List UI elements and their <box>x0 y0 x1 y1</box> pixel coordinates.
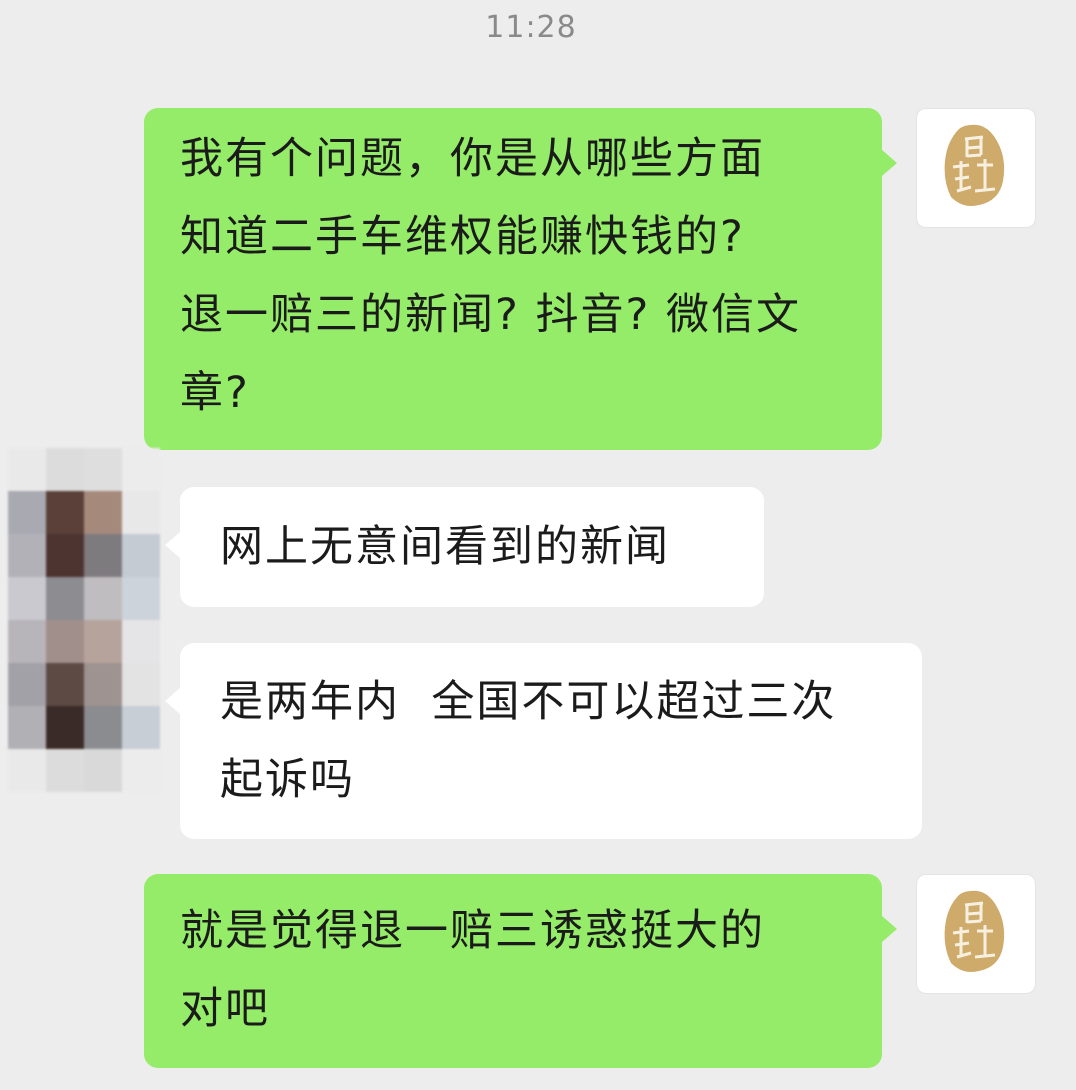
message-bubble-sent[interactable]: 就是觉得退一赔三诱惑挺大的 对吧 <box>144 874 897 1068</box>
avatar-pixel <box>46 620 84 663</box>
bubble-tail <box>165 688 180 714</box>
avatar-pixel <box>122 577 160 620</box>
avatar-pixel <box>8 620 46 663</box>
message-text: 是两年内 全国不可以超过三次 起诉吗 <box>220 677 837 805</box>
avatar-pixel <box>122 663 160 706</box>
avatar-pixel <box>122 491 160 534</box>
avatar-pixel <box>84 663 122 706</box>
message-bubble-sent[interactable]: 我有个问题，你是从哪些方面 知道二手车维权能赚快钱的? 退一赔三的新闻? 抖音?… <box>144 108 897 450</box>
message-timestamp: 11:28 <box>485 10 577 45</box>
avatar-pixel <box>8 491 46 534</box>
avatar-pixel <box>46 491 84 534</box>
contact-avatar[interactable] <box>8 448 160 792</box>
avatar-pixel <box>8 706 46 749</box>
avatar-pixel <box>122 534 160 577</box>
avatar-pixel <box>84 749 122 792</box>
self-avatar[interactable] <box>916 874 1036 994</box>
avatar-pixel <box>84 448 122 491</box>
avatar-pixel <box>8 749 46 792</box>
message-text: 就是觉得退一赔三诱惑挺大的 对吧 <box>180 906 765 1034</box>
avatar-pixel <box>46 749 84 792</box>
avatar-pixel <box>46 534 84 577</box>
bubble-tail <box>882 916 897 942</box>
avatar-pixel <box>122 620 160 663</box>
avatar-pixel <box>122 749 160 792</box>
bubble-tail <box>882 150 897 176</box>
avatar-pixel <box>84 491 122 534</box>
message-bubble-received[interactable]: 是两年内 全国不可以超过三次 起诉吗 <box>165 643 922 839</box>
avatar-pixel <box>122 706 160 749</box>
seal-stamp-icon <box>944 124 1005 206</box>
avatar-pixel <box>84 620 122 663</box>
avatar-pixel <box>84 706 122 749</box>
avatar-pixel <box>8 448 46 491</box>
self-avatar[interactable] <box>916 108 1036 228</box>
avatar-pixel <box>46 706 84 749</box>
seal-stamp-icon <box>944 890 1005 972</box>
bubble-tail <box>165 532 180 558</box>
avatar-pixel <box>84 577 122 620</box>
avatar-pixel <box>122 448 160 491</box>
avatar-pixel <box>8 534 46 577</box>
avatar-pixel <box>46 663 84 706</box>
avatar-pixel <box>8 577 46 620</box>
message-text: 我有个问题，你是从哪些方面 知道二手车维权能赚快钱的? 退一赔三的新闻? 抖音?… <box>180 134 801 418</box>
avatar-pixel <box>46 577 84 620</box>
message-bubble-received[interactable]: 网上无意间看到的新闻 <box>165 487 764 607</box>
avatar-pixel <box>84 534 122 577</box>
avatar-pixel <box>46 448 84 491</box>
message-text: 网上无意间看到的新闻 <box>220 522 670 572</box>
avatar-pixel <box>8 663 46 706</box>
